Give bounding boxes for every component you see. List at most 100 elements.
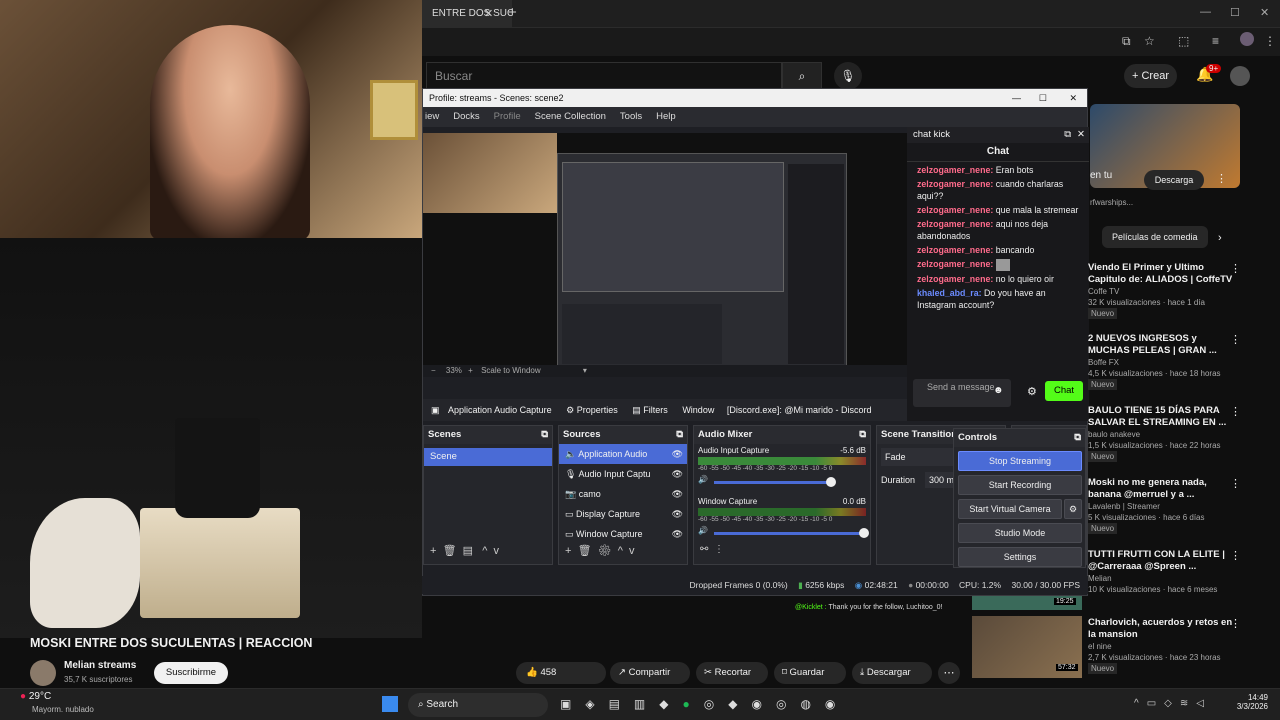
volume-handle[interactable] xyxy=(826,477,836,487)
obs-maximize-icon[interactable]: ☐ xyxy=(1039,89,1047,107)
suggestion-item[interactable]: Moski no me genera nada, banana @merruel… xyxy=(1088,477,1238,534)
properties-button[interactable]: Properties xyxy=(577,405,618,415)
avatar[interactable] xyxy=(1230,66,1250,86)
source-item[interactable]: ▭ Window Capture 👁 xyxy=(559,524,687,544)
windows-start-icon[interactable] xyxy=(382,696,398,712)
chat-username[interactable]: zelzogamer_nene: xyxy=(917,245,993,255)
cast-icon[interactable]: ⧉ xyxy=(1122,34,1131,49)
close-tab-icon[interactable]: ✕ xyxy=(484,7,493,20)
teams-icon[interactable]: ◆ xyxy=(659,697,682,711)
source-item[interactable]: 📷 camo 👁 xyxy=(559,484,687,504)
zoom-minus-icon[interactable]: − xyxy=(431,366,436,375)
suggestion-menu-icon[interactable]: ⋮ xyxy=(1230,333,1241,346)
dock-menu-icon[interactable]: ⧉ xyxy=(859,426,866,444)
twitch-icon[interactable]: ▥ xyxy=(634,697,659,711)
chat-username[interactable]: zelzogamer_nene: xyxy=(917,165,993,175)
start-virtual-camera-button[interactable]: Start Virtual Camera xyxy=(958,499,1062,519)
task-view-icon[interactable]: ▣ xyxy=(560,697,585,711)
file-explorer-icon[interactable]: ▤ xyxy=(609,697,634,711)
menu-docks[interactable]: Docks xyxy=(453,107,479,127)
menu-profile[interactable]: Profile xyxy=(494,107,521,127)
app-icon[interactable]: ◉ xyxy=(825,697,849,711)
clip-button[interactable]: ✂ Recortar xyxy=(696,662,768,684)
trash-icon[interactable]: 🗑 xyxy=(578,545,592,557)
link-icon[interactable]: ⚯ xyxy=(700,544,708,555)
copilot-icon[interactable]: ◈ xyxy=(585,697,608,711)
volume-handle[interactable] xyxy=(859,528,869,538)
suggestion-menu-icon[interactable]: ⋮ xyxy=(1230,262,1241,275)
volume-slider[interactable] xyxy=(714,532,864,535)
create-button[interactable]: + Crear xyxy=(1124,64,1177,88)
network-icon[interactable]: ◇ xyxy=(1164,698,1180,709)
source-item[interactable]: 🔈 Application Audio 👁 xyxy=(559,444,687,464)
suggestion-item[interactable]: 2 NUEVOS INGRESOS y MUCHAS PELEAS | GRAN… xyxy=(1088,333,1238,390)
browser-menu-icon[interactable]: ⋮ xyxy=(1264,34,1276,48)
eye-icon[interactable]: 👁 xyxy=(672,444,683,464)
reading-list-icon[interactable]: ≡ xyxy=(1212,34,1219,48)
studio-mode-button[interactable]: Studio Mode xyxy=(958,523,1082,543)
spotify-icon[interactable]: ● xyxy=(683,697,704,711)
up-arrow-icon[interactable]: ^ xyxy=(482,545,487,557)
add-icon[interactable]: + xyxy=(565,545,571,557)
ad-menu-icon[interactable]: ⋮ xyxy=(1216,172,1227,185)
menu-view[interactable]: iew xyxy=(425,107,439,127)
obs-close-icon[interactable]: ✕ xyxy=(1069,89,1077,107)
minimize-icon[interactable]: — xyxy=(1200,6,1211,18)
up-arrow-icon[interactable]: ^ xyxy=(618,545,623,557)
subscribe-button[interactable]: Suscribirme xyxy=(154,662,228,684)
chat-username[interactable]: zelzogamer_nene: xyxy=(917,274,993,284)
chat-username[interactable]: zelzogamer_nene: xyxy=(917,219,993,229)
emoji-icon[interactable]: ☻ xyxy=(993,385,1004,396)
taskbar-search[interactable]: ⌕ Search xyxy=(408,693,548,717)
mic-icon[interactable]: 🎙 xyxy=(834,62,862,90)
filters-icon[interactable]: ▤ xyxy=(632,405,641,415)
stop-streaming-button[interactable]: Stop Streaming xyxy=(958,451,1082,471)
suggestion-menu-icon[interactable]: ⋮ xyxy=(1230,549,1241,562)
gear-icon[interactable]: ⚙ xyxy=(598,545,612,557)
menu-help[interactable]: Help xyxy=(656,107,676,127)
chat-username[interactable]: zelzogamer_nene: xyxy=(917,179,993,189)
eye-icon[interactable]: 👁 xyxy=(672,524,683,544)
more-actions-icon[interactable]: ⋯ xyxy=(938,662,960,684)
weather-widget[interactable]: ● 29°C xyxy=(20,691,51,702)
clock[interactable]: 14:49 3/3/2026 xyxy=(1220,693,1268,711)
close-window-icon[interactable]: ✕ xyxy=(1260,6,1269,19)
app-icon[interactable]: ◆ xyxy=(728,697,751,711)
float-dock-icon[interactable]: ⧉ xyxy=(1064,127,1071,143)
filters-button[interactable]: Filters xyxy=(643,405,668,415)
suggestion-item[interactable]: Charlovich, acuerdos y retos en la mansi… xyxy=(1088,617,1238,674)
chat-send-button[interactable]: Chat xyxy=(1045,381,1083,401)
download-button[interactable]: ⤓ Descargar xyxy=(852,662,932,684)
dock-menu-icon[interactable]: ⧉ xyxy=(1074,429,1081,447)
channel-name[interactable]: Melian streams xyxy=(64,660,136,671)
search-input[interactable]: Buscar xyxy=(426,62,782,90)
virtual-camera-settings-icon[interactable]: ⚙ xyxy=(1064,499,1082,519)
ad-download-button[interactable]: Descarga xyxy=(1144,170,1204,190)
dock-menu-icon[interactable]: ⧉ xyxy=(541,426,548,444)
channel-avatar[interactable] xyxy=(30,660,56,686)
eye-icon[interactable]: 👁 xyxy=(672,484,683,504)
maximize-icon[interactable]: ☐ xyxy=(1230,6,1240,19)
add-icon[interactable]: + xyxy=(430,545,436,557)
eye-icon[interactable]: 👁 xyxy=(672,504,683,524)
window-select[interactable]: [Discord.exe]: @Mi marido - Discord xyxy=(727,405,872,415)
source-item[interactable]: ▭ Display Capture 👁 xyxy=(559,504,687,524)
discord-icon[interactable]: ◉ xyxy=(751,697,775,711)
speaker-icon[interactable]: 🔊 xyxy=(698,475,708,484)
extensions-icon[interactable]: ⬚ xyxy=(1178,34,1189,48)
properties-icon[interactable]: ⚙ xyxy=(566,405,574,415)
suggestion-item[interactable]: BAULO TIENE 15 DÍAS PARA SALVAR EL STREA… xyxy=(1088,405,1238,462)
share-button[interactable]: ↗ Compartir xyxy=(610,662,690,684)
speaker-icon[interactable]: 🔊 xyxy=(698,526,708,535)
search-icon[interactable]: ⌕ xyxy=(782,62,822,90)
chevron-right-icon[interactable]: › xyxy=(1218,232,1222,244)
volume-slider[interactable] xyxy=(714,481,831,484)
new-tab-icon[interactable]: + xyxy=(508,4,517,21)
volume-icon[interactable]: ◁ xyxy=(1196,698,1212,709)
suggestion-menu-icon[interactable]: ⋮ xyxy=(1230,405,1241,418)
mixer-menu-icon[interactable]: ⋮ xyxy=(714,544,724,555)
trash-icon[interactable]: 🗑 xyxy=(443,545,457,557)
filter-chip[interactable]: Películas de comedia xyxy=(1102,226,1208,248)
scale-dropdown-icon[interactable]: ▾ xyxy=(583,366,587,375)
filter-icon[interactable]: ▤ xyxy=(463,545,473,557)
